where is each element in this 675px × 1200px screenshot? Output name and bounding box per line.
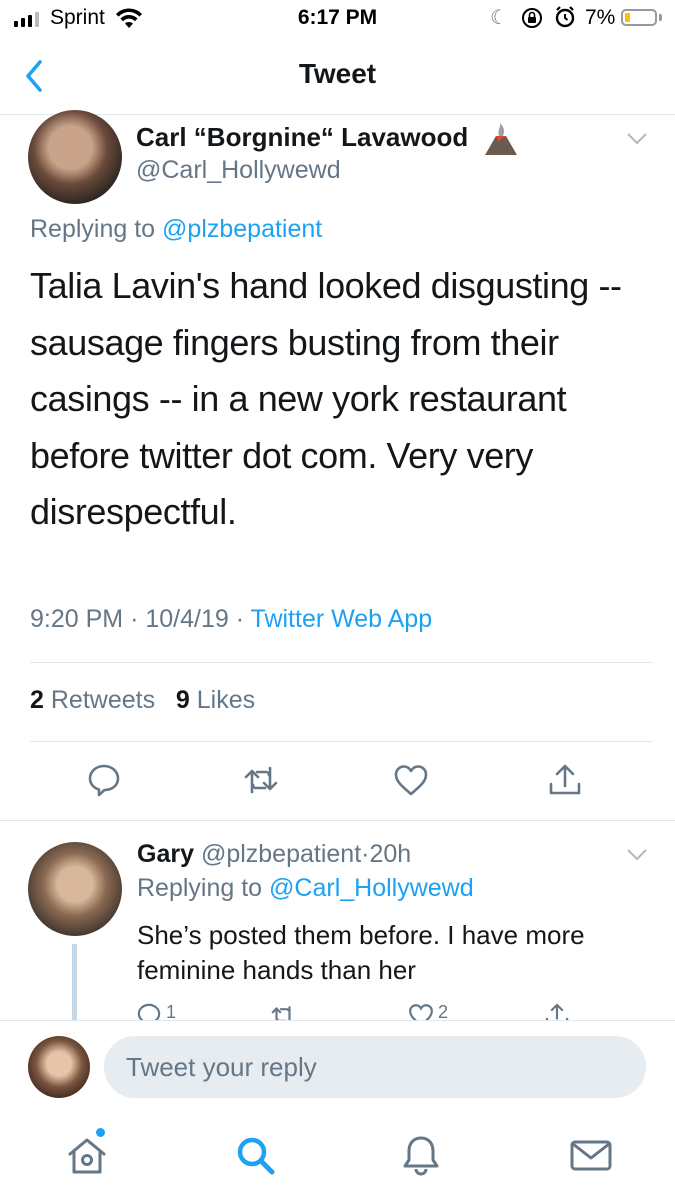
reply-reply-action[interactable]: 1 (136, 1002, 176, 1020)
reply-replying-to-line: Replying to @Carl_Hollywewd (137, 874, 474, 903)
reply-author-name[interactable]: Gary (137, 840, 194, 868)
reply-compose-bar (0, 1020, 675, 1115)
author-handle[interactable]: @Carl_Hollywewd (136, 156, 341, 185)
reply-replying-to-handle-link[interactable]: @Carl_Hollywewd (269, 874, 474, 902)
engagement-stats: 2 Retweets 9 Likes (30, 686, 255, 715)
status-bar: Sprint 6:17 PM ☾ 7% (0, 0, 675, 38)
like-count: 9 (175, 686, 190, 714)
do-not-disturb-icon: ☾ (490, 7, 508, 29)
divider (30, 741, 653, 742)
author-avatar[interactable] (28, 110, 122, 204)
replying-to-label: Replying to (30, 215, 156, 243)
reply-author-handle[interactable]: @plzbepatient (201, 840, 361, 868)
reply-icon[interactable] (86, 762, 122, 798)
tab-bar (0, 1114, 675, 1200)
notifications-bell-icon[interactable] (396, 1130, 446, 1180)
tweet-time: 9:20 PM (30, 605, 124, 633)
volcano-emoji-icon (485, 123, 517, 155)
home-notification-dot (96, 1128, 105, 1137)
retweets-stat[interactable]: 2 Retweets (30, 686, 155, 714)
replying-to-line: Replying to @plzbepatient (30, 215, 322, 244)
reply-actions-row: 1 2 (130, 1000, 610, 1020)
thread-connector-line (72, 944, 77, 1024)
battery-nub (659, 14, 662, 21)
tweet-date: 10/4/19 (145, 605, 229, 633)
meta-separator: · (130, 605, 139, 633)
alarm-icon (555, 6, 575, 28)
orientation-lock-icon (522, 8, 542, 28)
tweet-source-link[interactable]: Twitter Web App (251, 605, 433, 633)
home-icon[interactable] (62, 1130, 112, 1180)
reply-author-avatar[interactable] (28, 842, 122, 936)
reply-like-heart-icon (409, 1004, 433, 1020)
tweet-options-chevron-down-icon[interactable] (626, 132, 648, 146)
retweet-count: 2 (30, 686, 44, 714)
reply-like-count: 2 (438, 1002, 449, 1020)
like-heart-icon[interactable] (393, 762, 429, 798)
replying-to-handle-link[interactable]: @plzbepatient (162, 215, 322, 243)
battery-percentage: 7% (585, 6, 616, 29)
reply-replying-to-label: Replying to (137, 874, 263, 902)
reply-reply-icon (137, 1003, 161, 1020)
reply-input[interactable] (104, 1036, 646, 1098)
meta-separator: · (235, 605, 245, 633)
likes-label: Likes (196, 686, 256, 714)
reply-reply-count: 1 (166, 1002, 177, 1020)
tweet-text: Talia Lavin's hand looked disgusting -- … (30, 265, 622, 532)
share-icon[interactable] (547, 762, 583, 798)
reply-tweet-text: She’s posted them before. I have more fe… (137, 920, 585, 985)
reply-age: 20h (369, 840, 412, 868)
reply-author-line: Gary @plzbepatient·20h (137, 840, 411, 869)
search-icon[interactable] (230, 1130, 280, 1180)
retweet-icon[interactable] (243, 762, 279, 798)
page-title: Tweet (298, 58, 377, 89)
likes-stat[interactable]: 9 Likes (176, 686, 255, 714)
tweet-metadata: 9:20 PM · 10/4/19 · Twitter Web App (30, 605, 432, 634)
reply-share-icon[interactable] (544, 1002, 570, 1020)
current-user-avatar[interactable] (28, 1036, 90, 1098)
battery-icon (621, 9, 657, 26)
reply-retweet-icon[interactable] (270, 1002, 296, 1020)
divider (0, 820, 675, 821)
battery-level-fill (625, 13, 630, 22)
retweets-label: Retweets (50, 686, 156, 714)
divider (30, 662, 653, 663)
author-name[interactable]: Carl “Borgnine“ Lavawood (136, 122, 468, 153)
messages-envelope-icon[interactable] (566, 1130, 616, 1180)
reply-like-action[interactable]: 2 (408, 1002, 448, 1020)
navigation-bar: Tweet (0, 38, 675, 115)
reply-options-chevron-down-icon[interactable] (626, 848, 648, 862)
